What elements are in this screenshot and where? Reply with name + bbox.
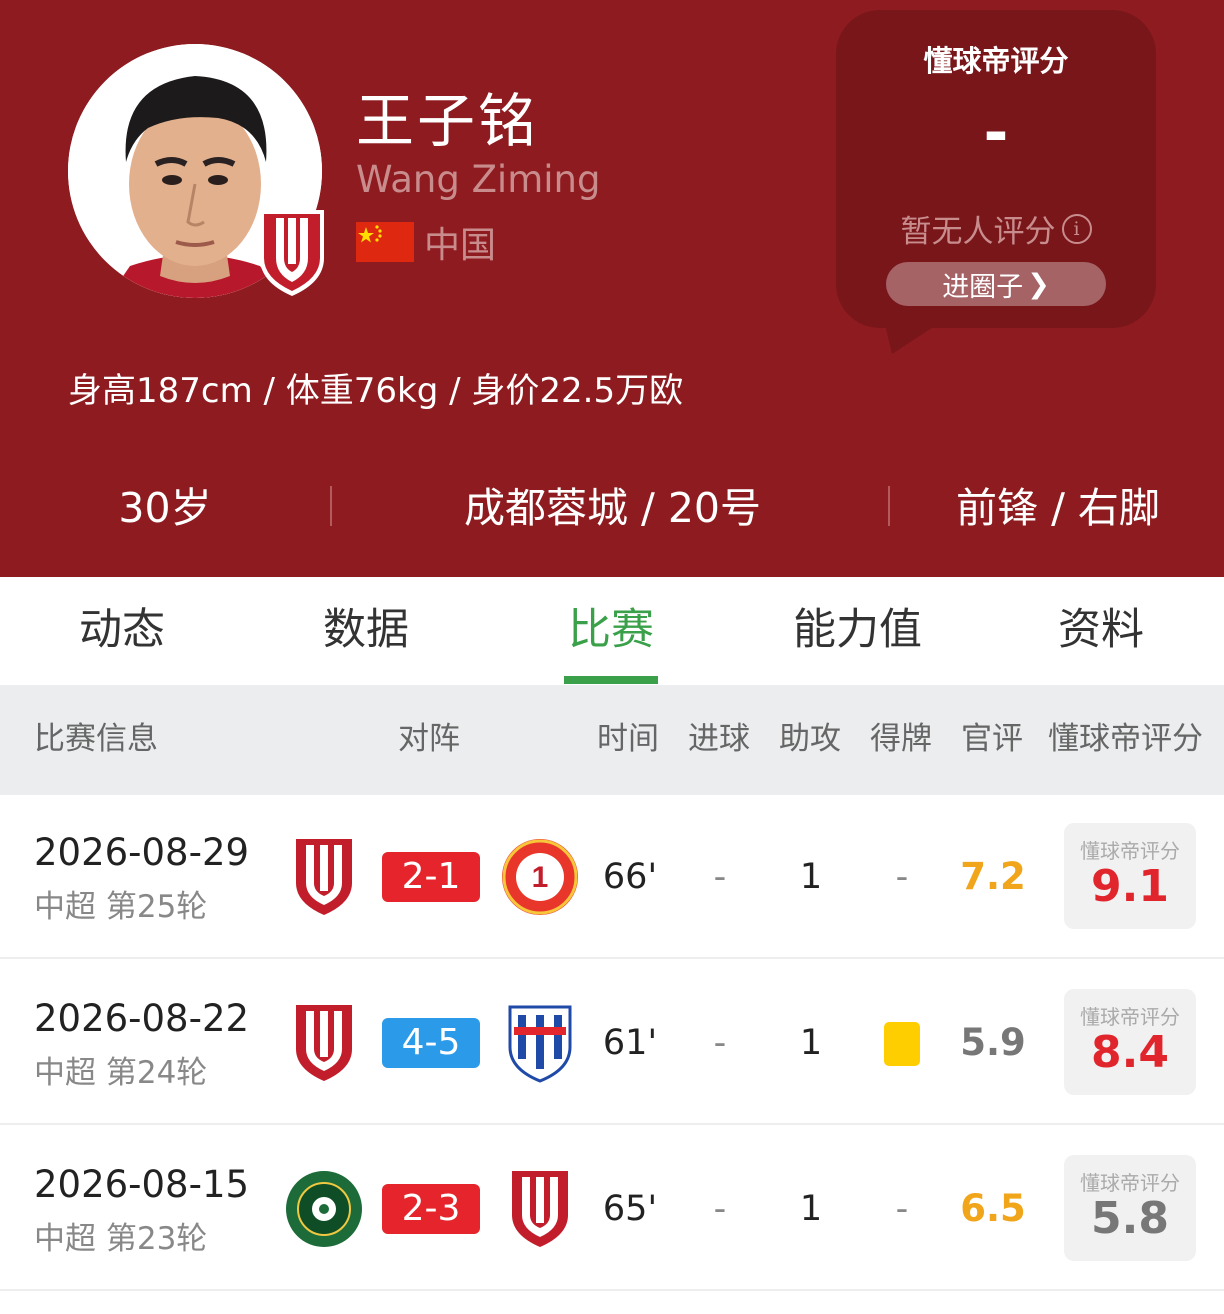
join-circle-label: 进圈子: [942, 271, 1024, 303]
player-physical-stats: 身高187cm / 体重76kg / 身价22.5万欧: [68, 371, 684, 411]
match-assists: 1: [799, 857, 823, 897]
match-date: 2026-08-22: [34, 997, 250, 1040]
team-badge-icon: [256, 206, 328, 298]
match-assists: 1: [799, 1023, 823, 1063]
player-position-foot: 前锋 / 右脚: [956, 484, 1160, 532]
chengdu-rongcheng-badge-icon: [284, 1003, 364, 1083]
join-circle-button[interactable]: 进圈子 ❯: [886, 262, 1106, 306]
zhejiang-badge-icon: [284, 1169, 364, 1249]
rating-bubble-tail: [884, 320, 944, 354]
player-age: 30岁: [118, 484, 212, 532]
chevron-right-icon: ❯: [1027, 268, 1050, 300]
yellow-card-icon: [884, 1022, 920, 1066]
match-minutes: 65': [602, 1189, 658, 1229]
fan-rating: 9.1: [1091, 861, 1169, 912]
match-round: 中超 第25轮: [34, 889, 208, 925]
match-cards: -: [895, 1189, 909, 1229]
player-header: 王子铭 Wang Ziming 中国 身高187cm / 体重76kg / 身价…: [0, 0, 1224, 577]
fan-rating-label: 懂球帝评分: [1080, 1005, 1180, 1029]
header-fan-rating: 懂球帝评分: [1048, 721, 1203, 757]
player-info-row: 30岁 成都蓉城 / 20号 前锋 / 右脚: [0, 480, 1224, 536]
header-assists: 助攻: [779, 721, 841, 757]
match-score: 2-3: [382, 1184, 480, 1234]
nationality: 中国: [356, 221, 496, 266]
tab-abilities[interactable]: 能力值: [770, 577, 945, 685]
fan-rating: 5.8: [1091, 1193, 1169, 1244]
header-goals: 进球: [688, 721, 750, 757]
player-club-number: 成都蓉城 / 20号: [463, 484, 762, 532]
tab-feed[interactable]: 动态: [62, 577, 182, 685]
match-score: 4-5: [382, 1018, 480, 1068]
match-goals: -: [713, 1189, 727, 1229]
match-goals: -: [713, 857, 727, 897]
china-flag-icon: [356, 222, 414, 262]
header-official-rating: 官评: [961, 721, 1023, 757]
official-rating: 5.9: [960, 1021, 1026, 1064]
fan-rating-value: -: [983, 98, 1009, 168]
tab-profile[interactable]: 资料: [1041, 577, 1161, 685]
chengdu-rongcheng-badge-icon: [284, 837, 364, 917]
match-date: 2026-08-29: [34, 831, 250, 874]
fan-rating-empty: 暂无人评分 i: [836, 206, 1156, 251]
fan-rating-label: 懂球帝评分: [1080, 839, 1180, 863]
match-goals: -: [713, 1023, 727, 1063]
divider: [888, 486, 890, 526]
divider: [330, 486, 332, 526]
fan-rating: 8.4: [1091, 1027, 1169, 1078]
match-round: 中超 第24轮: [34, 1055, 208, 1091]
fan-rating-box[interactable]: 懂球帝评分 9.1: [1064, 823, 1196, 929]
match-minutes: 61': [602, 1023, 658, 1063]
fan-rating-label: 懂球帝评分: [1080, 1171, 1180, 1195]
nationality-label: 中国: [424, 225, 497, 266]
fan-rating-box[interactable]: 懂球帝评分 8.4: [1064, 989, 1196, 1095]
liaoning-tieren-badge-icon: 1: [500, 837, 580, 917]
match-score: 2-1: [382, 852, 480, 902]
match-minutes: 66': [602, 857, 658, 897]
match-date: 2026-08-15: [34, 1163, 250, 1206]
fan-rating-title: 懂球帝评分: [923, 44, 1069, 78]
match-row[interactable]: 2026-08-22 中超 第24轮 4-5 61' - 1 5.9 懂球帝评分…: [0, 961, 1224, 1125]
fan-rating-empty-text: 暂无人评分: [900, 214, 1056, 250]
match-cards: -: [895, 857, 909, 897]
header-minutes: 时间: [597, 721, 659, 757]
tab-bar: 动态 数据 比赛 能力值 资料: [0, 577, 1224, 685]
match-row[interactable]: 2026-08-29 中超 第25轮 2-1 1 66' - 1 - 7.2 懂…: [0, 795, 1224, 959]
shanghai-shenhua-badge-icon: [500, 1003, 580, 1083]
player-name-cn: 王子铭: [356, 87, 540, 155]
active-tab-indicator: [564, 676, 658, 684]
header-match-info: 比赛信息: [34, 721, 158, 757]
match-row[interactable]: 2026-08-15 中超 第23轮 2-3 65' - 1 - 6.5 懂球帝…: [0, 1127, 1224, 1291]
player-name-en: Wang Ziming: [356, 158, 601, 201]
match-assists: 1: [799, 1189, 823, 1229]
header-fixture: 对阵: [398, 721, 460, 757]
official-rating: 6.5: [960, 1187, 1026, 1230]
info-icon[interactable]: i: [1061, 213, 1092, 244]
fan-rating-card: 懂球帝评分 - 暂无人评分 i 进圈子 ❯: [836, 10, 1156, 328]
match-round: 中超 第23轮: [34, 1221, 208, 1257]
tab-stats[interactable]: 数据: [306, 577, 426, 685]
header-cards: 得牌: [870, 721, 932, 757]
chengdu-rongcheng-badge-icon: [500, 1169, 580, 1249]
official-rating: 7.2: [960, 855, 1026, 898]
svg-text:1: 1: [532, 861, 549, 894]
fan-rating-box[interactable]: 懂球帝评分 5.8: [1064, 1155, 1196, 1261]
tab-matches[interactable]: 比赛: [551, 577, 671, 685]
match-table-header: 比赛信息 对阵 时间 进球 助攻 得牌 官评 懂球帝评分: [0, 685, 1224, 795]
